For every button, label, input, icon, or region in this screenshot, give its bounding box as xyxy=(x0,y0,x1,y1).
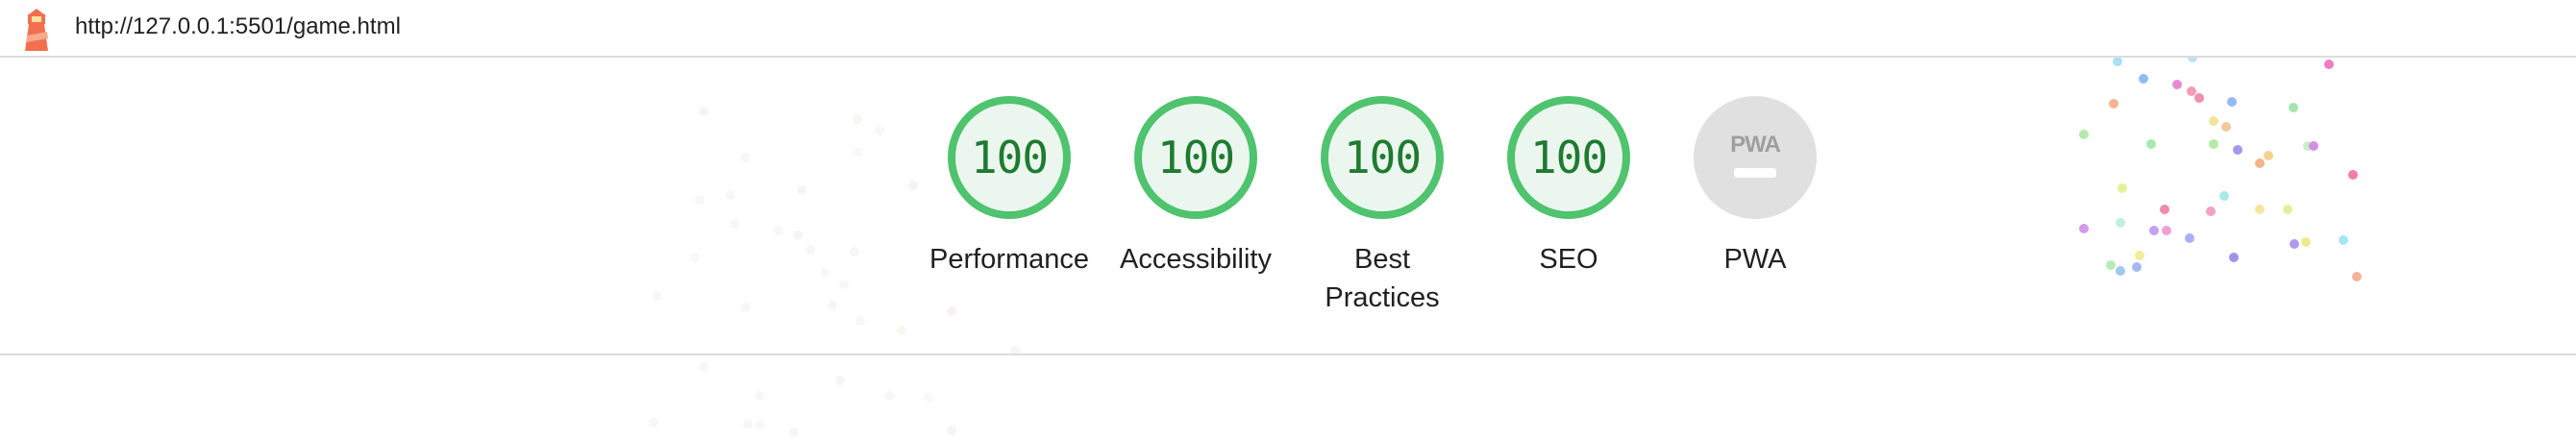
gauge-accessibility[interactable]: 100 Accessibility xyxy=(1100,96,1292,279)
gauge-label: Best Practices xyxy=(1325,244,1440,313)
score-ring: 100 xyxy=(1507,96,1630,219)
gauge-seo[interactable]: 100 SEO xyxy=(1473,96,1665,279)
gauge-label: SEO xyxy=(1539,244,1598,275)
pwa-badge-ring: PWA xyxy=(1694,96,1817,219)
gauge-best-practices[interactable]: 100 Best Practices xyxy=(1286,96,1478,317)
score-value: 100 xyxy=(1529,132,1608,183)
pwa-na-dash xyxy=(1734,168,1776,178)
score-ring: 100 xyxy=(1134,96,1257,219)
lighthouse-icon xyxy=(25,9,48,51)
gauge-label: Performance xyxy=(929,244,1089,275)
score-ring: 100 xyxy=(948,96,1071,219)
confetti-colored xyxy=(2079,53,2362,281)
score-ring: 100 xyxy=(1321,96,1444,219)
gauge-performance[interactable]: 100 Performance xyxy=(913,96,1105,279)
pwa-icon: PWA xyxy=(1730,132,1781,158)
score-value: 100 xyxy=(1156,132,1235,183)
score-value: 100 xyxy=(970,132,1049,183)
section-divider xyxy=(0,353,2576,355)
gauge-label: Accessibility xyxy=(1120,244,1272,275)
page-url[interactable]: http://127.0.0.1:5501/game.html xyxy=(75,13,401,40)
gauge-pwa[interactable]: PWA PWA xyxy=(1659,96,1851,279)
gauge-label: PWA xyxy=(1723,244,1787,275)
score-value: 100 xyxy=(1343,132,1422,183)
browser-address-bar: http://127.0.0.1:5501/game.html xyxy=(0,0,2576,58)
